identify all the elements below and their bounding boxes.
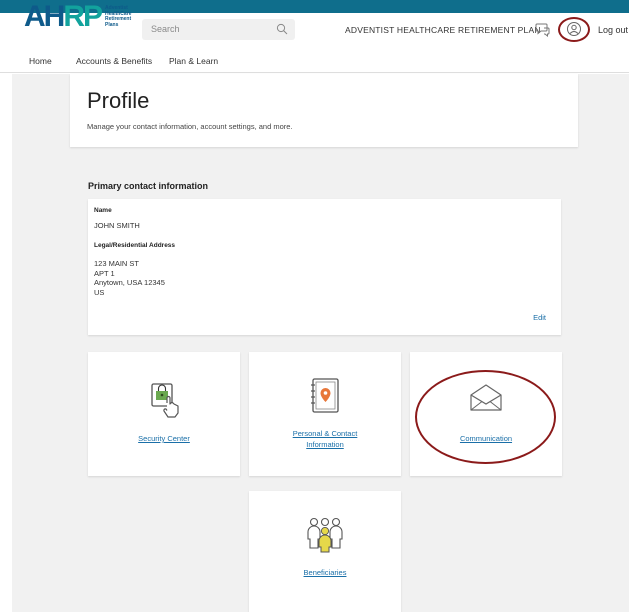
page-title: Profile (87, 88, 150, 113)
address-line-2: APT 1 (94, 268, 115, 278)
tile-personal-contact[interactable]: Personal & Contact Information (249, 352, 401, 476)
search-icon[interactable] (276, 23, 288, 35)
search-input[interactable]: Search (142, 19, 295, 40)
page-subtitle: Manage your contact information, account… (87, 122, 293, 131)
profile-header-card: Profile Manage your contact information,… (70, 74, 578, 147)
lock-touch-icon (151, 383, 179, 418)
logo-subtext: Adventist HealthCare Retirement Plans (105, 5, 132, 28)
tile-beneficiaries[interactable]: Beneficiaries (249, 491, 401, 612)
nav-item-plan-learn[interactable]: Plan & Learn (169, 56, 218, 66)
logout-link[interactable]: Log out (598, 25, 628, 35)
edit-contact-link[interactable]: Edit (533, 313, 546, 322)
address-line-1: 123 MAIN ST (94, 259, 140, 268)
tile-security-center[interactable]: Security Center (88, 352, 240, 476)
security-center-link[interactable]: Security Center (88, 433, 240, 444)
communication-highlight-ring (415, 370, 556, 464)
address-label: Legal/Residential Address (94, 242, 176, 249)
search-placeholder: Search (151, 24, 180, 34)
address-book-icon (311, 378, 339, 413)
address-line-3: Anytown, USA 12345 (94, 278, 165, 287)
name-label: Name (94, 207, 112, 214)
address-line-4: US (94, 287, 105, 297)
nav-item-home[interactable]: Home (29, 56, 52, 66)
people-icon (307, 517, 343, 553)
chat-icon[interactable] (535, 21, 551, 37)
name-value: JOHN SMITH (94, 221, 140, 230)
primary-contact-heading: Primary contact information (88, 181, 209, 191)
contact-info-card: Name JOHN SMITH Legal/Residential Addres… (88, 199, 561, 335)
personal-contact-link[interactable]: Personal & Contact Information (249, 428, 401, 450)
logo-wordmark: AHRP (24, 0, 103, 33)
beneficiaries-link[interactable]: Beneficiaries (249, 567, 401, 578)
nav-item-accounts-benefits[interactable]: Accounts & Benefits (76, 56, 152, 66)
plan-name: ADVENTIST HEALTHCARE RETIREMENT PLAN (345, 25, 541, 35)
profile-highlight-ring (558, 17, 590, 42)
ahrp-logo[interactable]: AHRP Adventist HealthCare Retirement Pla… (24, 0, 132, 33)
main-content: Profile Manage your contact information,… (12, 74, 629, 612)
main-nav: Home Accounts & Benefits Plan & Learn (0, 47, 629, 73)
